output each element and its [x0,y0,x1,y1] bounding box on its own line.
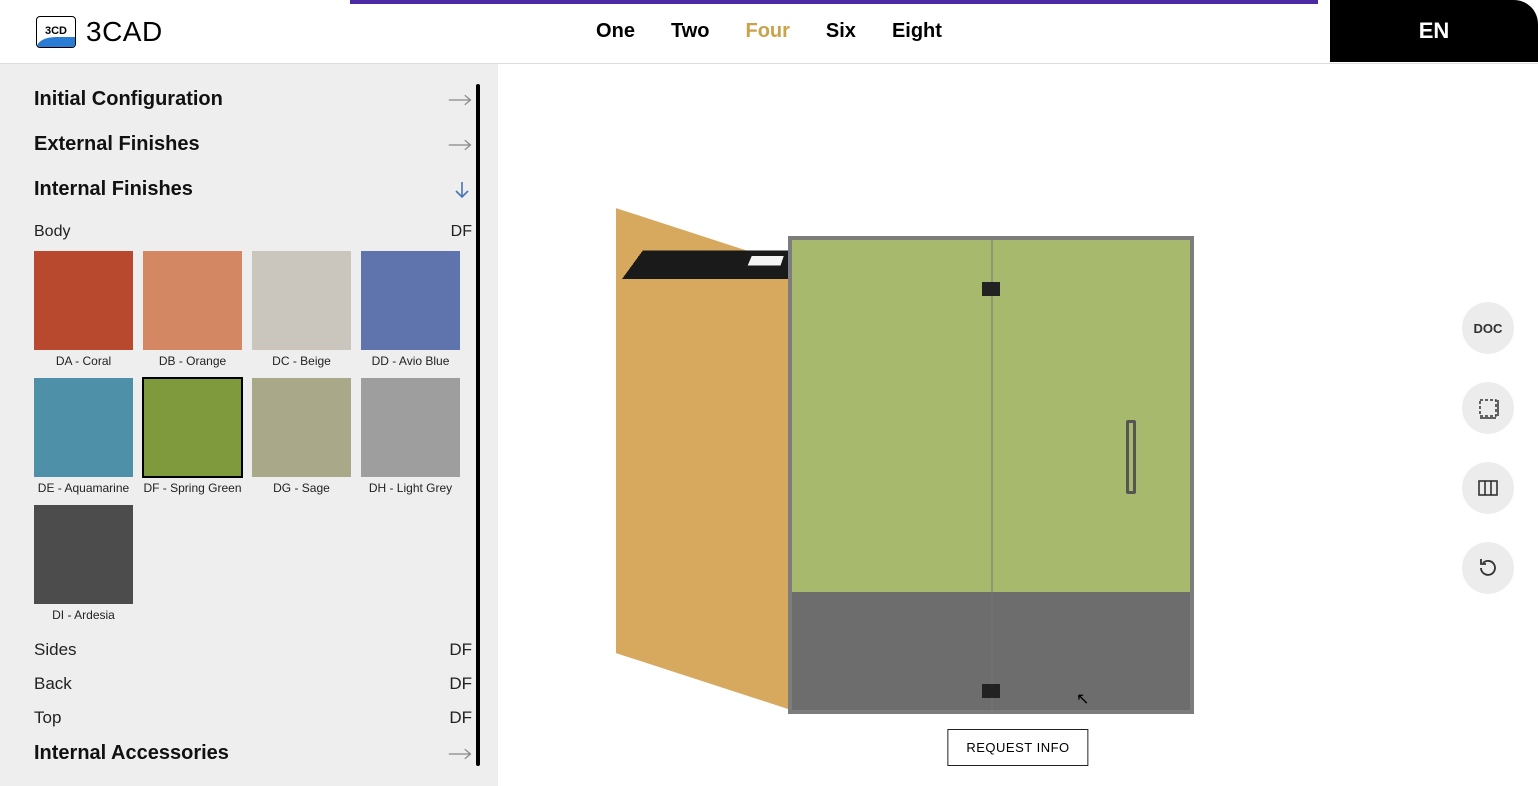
swatch-df[interactable]: DF - Spring Green [143,378,242,495]
views-button[interactable] [1462,462,1514,514]
chevron-right-icon [448,747,472,761]
app-logo[interactable]: 3CD 3CAD [36,16,163,48]
nav-item-two[interactable]: Two [671,20,710,43]
swatch-color [252,378,351,477]
finish-row-top[interactable]: Top DF [34,708,472,728]
swatch-dh[interactable]: DH - Light Grey [361,378,460,495]
swatch-db[interactable]: DB - Orange [143,251,242,368]
section-title: Initial Configuration [34,88,223,111]
accent-strip [350,0,1318,4]
request-info-button[interactable]: REQUEST INFO [947,729,1088,766]
swatch-color [34,378,133,477]
swatch-label: DA - Coral [34,354,133,368]
swatch-label: DH - Light Grey [361,481,460,495]
doc-label: DOC [1474,321,1503,336]
section-external-finishes[interactable]: External Finishes [34,133,472,156]
swatch-color [34,505,133,604]
section-title: External Finishes [34,133,200,156]
top-nav: One Two Four Six Eight [596,20,942,43]
logo-text: 3CAD [86,16,163,48]
reset-button[interactable] [1462,542,1514,594]
viewport-tools: DOC [1462,302,1514,594]
swatch-color [361,251,460,350]
finish-row-back[interactable]: Back DF [34,674,472,694]
nav-item-eight[interactable]: Eight [892,20,942,43]
swatch-color [252,251,351,350]
section-title: Internal Accessories [34,742,229,765]
logo-badge-text: 3CD [45,26,67,37]
chevron-down-icon [452,180,472,200]
swatch-da[interactable]: DA - Coral [34,251,133,368]
logo-badge: 3CD [36,16,76,48]
body-label: Body [34,223,70,241]
swatch-di[interactable]: DI - Ardesia [34,505,133,622]
body-row: Body DF [34,223,472,241]
swatch-label: DB - Orange [143,354,242,368]
3d-viewport[interactable]: ↖ REQUEST INFO DOC [498,64,1538,786]
swatch-color [143,251,242,350]
nav-item-four[interactable]: Four [745,20,789,43]
language-switch[interactable]: EN [1330,0,1538,62]
swatch-label: DC - Beige [252,354,351,368]
swatch-grid: DA - Coral DB - Orange DC - Beige DD - Avio… [34,251,472,622]
finish-properties: Sides DF Back DF Top DF [34,640,472,728]
swatch-label: DG - Sage [252,481,351,495]
dimensions-button[interactable] [1462,382,1514,434]
swatch-label: DE - Aquamarine [34,481,133,495]
swatch-label: DD - Avio Blue [361,354,460,368]
finish-value: DF [449,640,472,660]
finish-label: Sides [34,640,77,660]
dimensions-icon [1476,396,1500,420]
finish-label: Top [34,708,61,728]
finish-row-sides[interactable]: Sides DF [34,640,472,660]
swatch-label: DI - Ardesia [34,608,133,622]
sidebar-scrollbar[interactable] [476,84,480,766]
chevron-right-icon [448,93,472,107]
config-sidebar: Initial Configuration External Finishes … [0,64,498,786]
nav-item-one[interactable]: One [596,20,635,43]
swatch-color [361,378,460,477]
finish-label: Back [34,674,72,694]
swatch-color [143,378,242,477]
top-bar: 3CD 3CAD One Two Four Six Eight EN [0,0,1538,64]
reset-icon [1476,556,1500,580]
product-render: ↖ [616,209,1206,739]
panels-icon [1476,476,1500,500]
finish-value: DF [449,708,472,728]
finish-value: DF [449,674,472,694]
section-initial-configuration[interactable]: Initial Configuration [34,88,472,111]
nav-item-six[interactable]: Six [826,20,856,43]
language-label: EN [1419,18,1450,44]
swatch-dc[interactable]: DC - Beige [252,251,351,368]
swatch-dd[interactable]: DD - Avio Blue [361,251,460,368]
doc-button[interactable]: DOC [1462,302,1514,354]
section-internal-accessories[interactable]: Internal Accessories [34,742,472,765]
body-value: DF [451,223,472,241]
swatch-color [34,251,133,350]
swatch-de[interactable]: DE - Aquamarine [34,378,133,495]
swatch-dg[interactable]: DG - Sage [252,378,351,495]
main-area: Initial Configuration External Finishes … [0,64,1538,786]
section-internal-finishes[interactable]: Internal Finishes [34,178,472,201]
section-title: Internal Finishes [34,178,193,201]
chevron-right-icon [448,138,472,152]
swatch-label: DF - Spring Green [143,481,242,495]
